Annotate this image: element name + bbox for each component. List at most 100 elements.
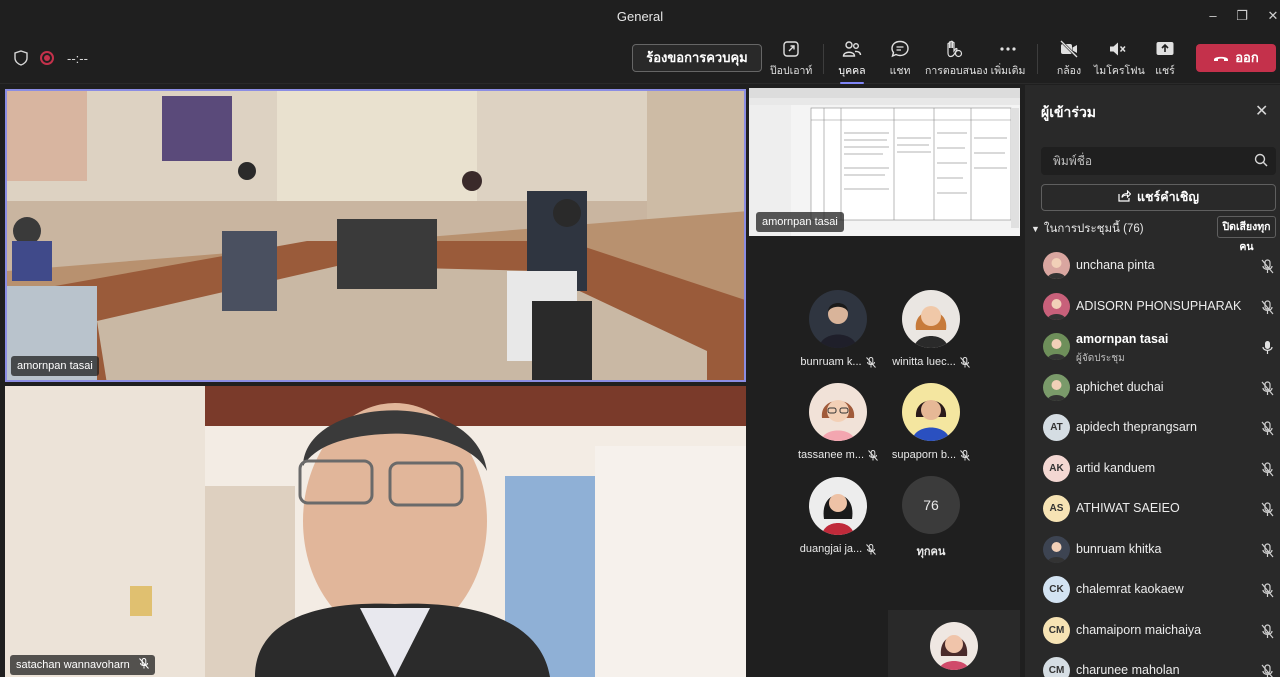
- reactions-button[interactable]: การตอบสนอง: [925, 40, 988, 80]
- participant-row[interactable]: CM charunee maholan: [1025, 654, 1280, 677]
- teams-meeting-window: { "window": { "title": "General", "contr…: [0, 0, 1280, 677]
- grid-participant[interactable]: bunruam k...: [793, 290, 883, 368]
- microphone-label: ไมโครโฟน: [1094, 65, 1145, 77]
- mic-muted-icon: [1261, 259, 1274, 274]
- grid-participant-name: tassanee m...: [793, 449, 883, 461]
- chevron-down-icon: ▼: [1031, 224, 1040, 234]
- screen-share-tile[interactable]: amornpan tasai: [749, 88, 1020, 236]
- participant-count: 76: [902, 476, 960, 534]
- share-screen-icon: [1156, 42, 1174, 55]
- toolbar-divider: [1037, 44, 1038, 74]
- camera-label: กล้อง: [1056, 65, 1082, 77]
- view-all-label: ทุกคน: [916, 546, 946, 558]
- more-button[interactable]: เพิ่มเติม: [989, 40, 1027, 80]
- search-icon: [1254, 153, 1268, 167]
- participant-row[interactable]: CM chamaiporn maichaiya: [1025, 614, 1280, 650]
- mic-muted-icon: [1261, 664, 1273, 677]
- window-title: General: [616, 9, 664, 24]
- close-panel-icon[interactable]: ✕: [1255, 101, 1268, 121]
- mute-all-button[interactable]: ปิดเสียงทุกคน: [1217, 216, 1276, 253]
- avatar: [809, 383, 867, 441]
- mic-muted-icon: [959, 356, 970, 368]
- mic-muted-icon: [138, 658, 149, 669]
- participant-search: [1041, 147, 1276, 175]
- mic-muted-icon: [866, 543, 877, 555]
- reactions-label: การตอบสนอง: [925, 65, 988, 77]
- search-input[interactable]: [1041, 147, 1276, 175]
- participant-row[interactable]: unchana pinta: [1025, 249, 1280, 285]
- share-button[interactable]: แชร์: [1150, 40, 1180, 80]
- raise-hand-icon: [947, 40, 963, 58]
- share-invite-label: แชร์คำเชิญ: [1136, 190, 1200, 204]
- close-window-button[interactable]: ✕: [1262, 6, 1280, 26]
- avatar: [809, 477, 867, 535]
- section-label: ในการประชุมนี้ (76): [1043, 223, 1144, 235]
- mic-muted-icon: [1261, 381, 1274, 396]
- people-button[interactable]: บุคคล: [836, 40, 868, 84]
- minimize-button[interactable]: –: [1202, 6, 1224, 26]
- grid-participant[interactable]: tassanee m...: [793, 383, 883, 461]
- people-icon: [842, 41, 862, 57]
- participant-row[interactable]: CK chalemrat kaokaew: [1025, 573, 1280, 609]
- grid-participant-name: winitta luec...: [886, 356, 976, 368]
- participant-row[interactable]: amornpan tasai ผู้จัดประชุม: [1025, 330, 1280, 366]
- participant-row[interactable]: AT apidech theprangsarn: [1025, 411, 1280, 447]
- avatar: [930, 622, 978, 670]
- avatar: [809, 290, 867, 348]
- video-tile-speaker[interactable]: satachan wannavoharn: [5, 386, 746, 677]
- avatar: [1043, 252, 1070, 279]
- camera-button[interactable]: กล้อง: [1052, 40, 1086, 80]
- participant-row[interactable]: AK artid kanduem: [1025, 452, 1280, 488]
- mic-muted-icon: [1261, 421, 1274, 436]
- participant-name: artid kanduem: [1076, 461, 1156, 475]
- self-view-tile[interactable]: [888, 610, 1020, 677]
- chat-label: แชท: [889, 65, 911, 77]
- mic-muted-icon: [1261, 300, 1274, 315]
- more-options-icon: [1000, 47, 1016, 51]
- in-meeting-section-toggle[interactable]: ▼ ในการประชุมนี้ (76): [1031, 220, 1144, 238]
- participant-row[interactable]: AS ATHIWAT SAEIEO: [1025, 492, 1280, 528]
- popout-label: ป๊อปเอาท์: [770, 65, 813, 77]
- participant-row[interactable]: bunruam khitka: [1025, 533, 1280, 569]
- speaker-video-feed: [5, 386, 746, 677]
- share-icon: [1118, 189, 1132, 202]
- grid-participant[interactable]: winitta luec...: [886, 290, 976, 368]
- grid-participant[interactable]: supaporn b...: [886, 383, 976, 461]
- speaker-video-name: satachan wannavoharn: [10, 655, 155, 675]
- avatar: CM: [1043, 617, 1070, 644]
- participant-role: ผู้จัดประชุม: [1076, 353, 1125, 364]
- avatar: AT: [1043, 414, 1070, 441]
- maximize-button[interactable]: ❐: [1231, 6, 1253, 26]
- popout-button[interactable]: ป๊อปเอาท์: [770, 40, 812, 80]
- participant-row[interactable]: aphichet duchai: [1025, 371, 1280, 407]
- mic-muted-icon: [960, 449, 970, 461]
- chat-button[interactable]: แชท: [884, 40, 916, 80]
- participants-panel: ผู้เข้าร่วม ✕ แชร์คำเชิญ ▼ในการประชุมนี้…: [1025, 85, 1280, 677]
- participant-name: chalemrat kaokaew: [1076, 582, 1184, 596]
- leave-button[interactable]: ออก: [1196, 44, 1276, 72]
- grid-participant[interactable]: duangjai ja...: [793, 477, 883, 555]
- avatar: AK: [1043, 455, 1070, 482]
- request-control-button[interactable]: ร้องขอการควบคุม: [632, 44, 762, 72]
- chat-icon: [891, 40, 909, 58]
- participant-name: aphichet duchai: [1076, 380, 1164, 394]
- camera-off-icon: [1060, 40, 1078, 58]
- avatar: [1043, 536, 1070, 563]
- participant-name: apidech theprangsarn: [1076, 420, 1197, 434]
- participant-name: unchana pinta: [1076, 258, 1155, 272]
- view-all-participants[interactable]: 76 ทุกคน: [886, 476, 976, 560]
- screen-share-name: amornpan tasai: [756, 212, 844, 232]
- avatar: [1043, 333, 1070, 360]
- share-invite-button[interactable]: แชร์คำเชิญ: [1041, 184, 1276, 211]
- title-bar: General – ❐ ✕: [0, 0, 1280, 32]
- grid-participant-name: duangjai ja...: [793, 543, 883, 555]
- speaker-muted-icon: [1110, 42, 1126, 56]
- hang-up-icon: [1214, 56, 1229, 61]
- avatar: CM: [1043, 657, 1070, 677]
- room-video-feed: [7, 91, 744, 380]
- participant-row[interactable]: ADISORN PHONSUPHARAK: [1025, 290, 1280, 326]
- grid-participant-name: supaporn b...: [886, 449, 976, 461]
- video-tile-room[interactable]: amornpan tasai: [5, 89, 746, 382]
- share-label: แชร์: [1155, 65, 1175, 77]
- microphone-button[interactable]: ไมโครโฟน: [1094, 40, 1145, 80]
